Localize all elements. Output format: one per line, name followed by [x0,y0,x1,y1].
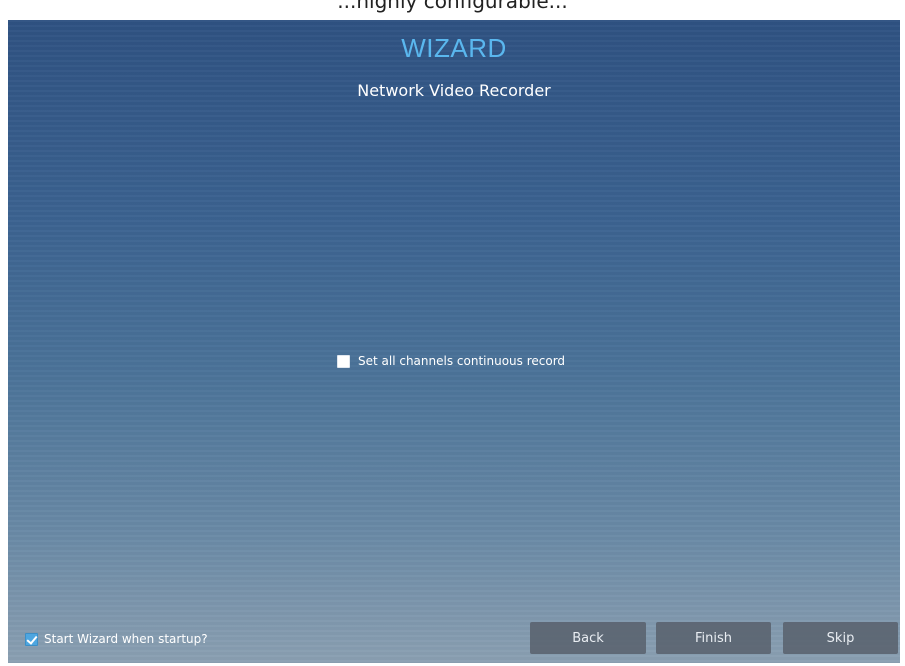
wizard-screen: WIZARD Network Video Recorder Set all ch… [8,20,900,663]
caption-text: ...highly configurable... [337,0,568,13]
continuous-record-checkbox[interactable] [337,354,350,368]
back-button[interactable]: Back [530,622,646,654]
continuous-record-label: Set all channels continuous record [358,354,566,368]
caption-strip: ...highly configurable... [0,0,905,22]
continuous-record-option[interactable]: Set all channels continuous record [337,354,565,368]
wizard-title: WIZARD [401,33,507,63]
skip-button[interactable]: Skip [783,622,898,654]
wizard-subtitle: Network Video Recorder [357,81,551,100]
start-wizard-option[interactable]: Start Wizard when startup? [25,632,208,646]
finish-button[interactable]: Finish [656,622,771,654]
start-wizard-label: Start Wizard when startup? [44,632,208,646]
start-wizard-checkbox[interactable] [25,632,38,646]
